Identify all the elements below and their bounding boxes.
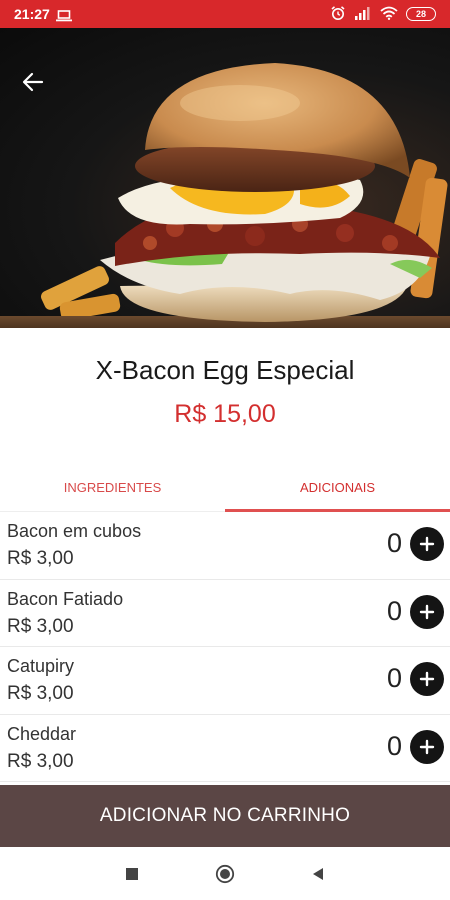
back-button[interactable] xyxy=(22,72,54,104)
addon-price: R$ 3,00 xyxy=(7,548,74,569)
addon-quantity: 0 xyxy=(386,663,402,693)
list-item: Cheddar R$ 3,00 0 xyxy=(0,715,450,782)
signal-icon xyxy=(354,6,372,23)
plus-icon xyxy=(419,604,435,619)
list-item: Bacon em cubos R$ 3,00 0 xyxy=(0,512,450,580)
addon-quantity: 0 xyxy=(386,528,402,558)
recents-button[interactable] xyxy=(122,864,142,884)
add-button[interactable] xyxy=(410,662,444,696)
navigation-bar xyxy=(0,847,450,900)
list-item: Catupiry R$ 3,00 0 xyxy=(0,647,450,715)
addon-name: Cheddar xyxy=(7,723,77,744)
add-to-cart-button[interactable]: ADICIONAR NO CARRINHO xyxy=(0,785,450,847)
status-bar: 21:27 28 xyxy=(0,0,450,28)
addon-price: R$ 3,00 xyxy=(7,615,74,637)
tab-ingredientes[interactable]: INGREDIENTES xyxy=(0,470,225,511)
add-button[interactable] xyxy=(410,729,444,764)
arrow-left-icon xyxy=(22,72,44,92)
addon-name: Bacon Fatiado xyxy=(7,588,124,609)
product-title: X-Bacon Egg Especial xyxy=(95,355,355,385)
square-icon xyxy=(126,868,138,880)
status-left: 21:27 xyxy=(14,6,72,22)
add-button[interactable] xyxy=(410,527,444,561)
plus-icon xyxy=(419,536,435,552)
addon-price: R$ 3,00 xyxy=(7,750,74,772)
product-image xyxy=(0,28,450,328)
home-button[interactable] xyxy=(215,864,235,884)
alarm-icon xyxy=(330,5,346,24)
wifi-icon xyxy=(380,6,398,23)
list-item: Bacon Fatiado R$ 3,00 0 xyxy=(0,580,450,647)
status-time: 21:27 xyxy=(14,6,50,22)
battery-icon: 28 xyxy=(406,7,436,21)
laptop-icon xyxy=(55,9,72,21)
circle-icon xyxy=(215,864,235,884)
back-nav-button[interactable] xyxy=(308,864,328,884)
addon-list: Bacon em cubos R$ 3,00 0 Bacon Fatiado R… xyxy=(0,512,450,782)
tab-adicionais[interactable]: ADICIONAIS xyxy=(225,470,450,512)
burger-illustration xyxy=(0,63,450,328)
plus-icon xyxy=(419,671,435,687)
triangle-back-icon xyxy=(313,868,323,880)
product-price: R$ 15,00 xyxy=(174,400,276,428)
add-button[interactable] xyxy=(410,594,444,629)
addon-quantity: 0 xyxy=(386,730,402,761)
battery-level: 28 xyxy=(415,9,426,19)
addon-name: Bacon em cubos xyxy=(7,521,142,541)
status-right: 28 xyxy=(330,5,436,24)
tab-bar: INGREDIENTES ADICIONAIS xyxy=(0,470,450,512)
addon-price: R$ 3,00 xyxy=(7,683,74,704)
plus-icon xyxy=(419,739,435,754)
addon-quantity: 0 xyxy=(386,595,402,626)
addon-name: Catupiry xyxy=(7,656,75,676)
